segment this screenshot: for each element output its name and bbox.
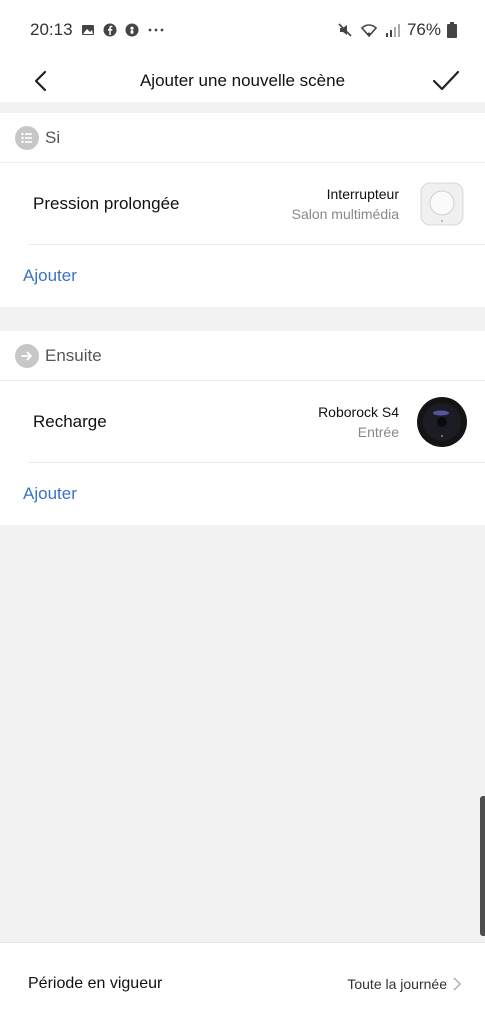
- chevron-left-icon[interactable]: [30, 68, 54, 94]
- battery-icon: [447, 22, 457, 38]
- signal-icon: [385, 24, 400, 37]
- wifi-icon: [360, 24, 378, 38]
- if-add-button[interactable]: Ajouter: [0, 245, 485, 307]
- action-device-room: Entrée: [357, 423, 399, 440]
- action-device-info: Roborock S4 Entrée: [318, 404, 399, 440]
- status-bar: 20:13 76%: [0, 0, 485, 60]
- effective-period-label: Période en vigueur: [28, 974, 163, 992]
- condition-label: Pression prolongée: [33, 193, 180, 213]
- check-icon[interactable]: [431, 66, 461, 94]
- effective-period-row[interactable]: Période en vigueur Toute la journée: [0, 942, 485, 1024]
- effective-period-value-wrap: Toute la journée: [347, 976, 461, 992]
- page-title: Ajouter une nouvelle scène: [139, 71, 346, 90]
- wireless-switch-icon: [420, 182, 464, 225]
- robot-vacuum-icon: [417, 396, 467, 447]
- action-label: Recharge: [33, 411, 107, 431]
- nav-bar: Ajouter une nouvelle scène: [0, 60, 485, 102]
- status-time: 20:13: [30, 20, 73, 39]
- battery-percent: 76%: [406, 20, 441, 39]
- status-left: 20:13: [30, 20, 165, 40]
- list-icon: [15, 125, 39, 150]
- scroll-handle[interactable]: [480, 796, 485, 936]
- status-right: 76%: [337, 20, 457, 40]
- if-section: Si Pression prolongée Interrupteur Salon…: [0, 113, 485, 307]
- then-section: Ensuite Recharge Roborock S4 Entrée Ajou…: [0, 331, 485, 525]
- then-section-label: Ensuite: [45, 345, 102, 365]
- condition-device-room: Salon multimédia: [291, 205, 399, 222]
- then-add-button[interactable]: Ajouter: [0, 463, 485, 525]
- arrow-right-icon: [15, 343, 39, 368]
- then-section-header: Ensuite: [0, 331, 485, 381]
- effective-period-value: Toute la journée: [347, 975, 447, 992]
- condition-device-info: Interrupteur Salon multimédia: [292, 186, 399, 222]
- more-icon: [148, 28, 163, 32]
- if-section-header: Si: [0, 113, 485, 163]
- mute-icon: [338, 23, 352, 37]
- chevron-right-icon: [453, 977, 461, 990]
- then-action-row[interactable]: Recharge Roborock S4 Entrée: [28, 381, 485, 463]
- facebook-icon: [103, 23, 117, 37]
- condition-device-name: Interrupteur: [326, 185, 399, 202]
- gallery-icon: [81, 25, 94, 35]
- messenger-icon: [125, 23, 139, 37]
- action-device-name: Roborock S4: [318, 403, 399, 420]
- if-condition-row[interactable]: Pression prolongée Interrupteur Salon mu…: [28, 163, 485, 245]
- if-section-label: Si: [45, 127, 61, 147]
